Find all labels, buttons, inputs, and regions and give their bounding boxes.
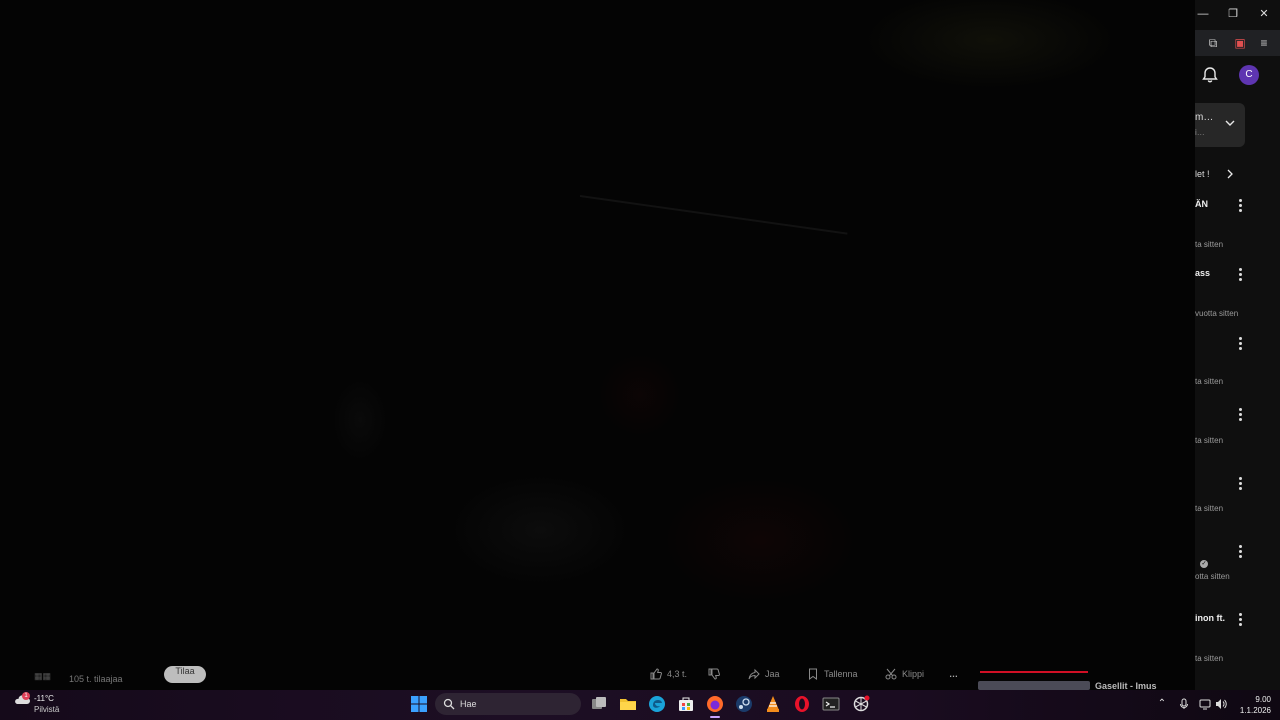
recommendation-meta: ta sitten — [1195, 436, 1224, 445]
thumbs-up-icon — [650, 668, 662, 680]
video-frame-detail — [579, 195, 848, 235]
windows-taskbar — [0, 690, 1280, 720]
chevron-right-icon[interactable] — [1224, 168, 1236, 180]
recommendation-menu-button[interactable] — [1236, 476, 1244, 490]
menu-icon[interactable]: ≡ — [1257, 36, 1271, 50]
recording-icon[interactable]: ▣ — [1233, 36, 1247, 50]
steam-icon[interactable] — [735, 695, 753, 713]
filter-chip[interactable]: let ! — [1195, 169, 1210, 179]
microphone-icon[interactable] — [1178, 698, 1190, 710]
vlc-icon[interactable] — [764, 695, 782, 713]
windows-start-icon[interactable] — [410, 695, 428, 713]
subscribe-button[interactable]: Tilaa — [164, 666, 206, 683]
mini-progress-bar — [980, 671, 1088, 673]
save-label: Tallenna — [824, 669, 858, 679]
recommendation-menu-button[interactable] — [1236, 336, 1244, 350]
recommendation-meta: ta sitten — [1195, 377, 1224, 386]
recommendation-menu-button[interactable] — [1236, 267, 1244, 281]
live-chat-box[interactable]: m… i… — [1195, 103, 1245, 147]
recommendation-menu-button[interactable] — [1236, 407, 1244, 421]
window-close-button[interactable]: ✕ — [1254, 5, 1274, 23]
weather-temperature[interactable]: -11°C — [34, 694, 54, 703]
window-minimize-button[interactable]: — — [1195, 5, 1213, 23]
recommendation-title[interactable]: inon ft. — [1195, 613, 1225, 623]
share-button[interactable]: Jaa — [748, 667, 780, 681]
subscriber-count: 105 t. tilaajaa — [69, 674, 123, 684]
clock-time: 9.00 — [1255, 695, 1271, 704]
account-avatar[interactable]: C — [1239, 65, 1259, 85]
search-icon — [443, 698, 455, 710]
terminal-icon[interactable] — [822, 695, 840, 713]
verified-icon: ✓ — [1200, 560, 1208, 568]
chat-subtitle: i… — [1195, 128, 1205, 137]
recommendation-meta: vuotta sitten — [1195, 309, 1239, 318]
search-placeholder: Hae — [460, 699, 477, 709]
recommendation-meta: ta sitten — [1195, 504, 1224, 513]
recommendation-meta: ta sitten — [1195, 240, 1224, 249]
share-label: Jaa — [765, 669, 780, 679]
notifications-bell-icon[interactable] — [1201, 66, 1219, 84]
recommendation-meta: ta sitten — [1195, 654, 1224, 663]
save-button[interactable]: Tallenna — [807, 667, 858, 681]
desktop: ▦▦ 105 t. tilaajaa Tilaa 4,3 t. Jaa Tall… — [0, 0, 1280, 720]
chat-title: m… — [1195, 112, 1214, 123]
chatgpt-icon[interactable] — [852, 695, 870, 713]
opera-icon[interactable] — [793, 695, 811, 713]
video-player[interactable] — [0, 0, 1195, 690]
extensions-icon[interactable]: ⧉ — [1206, 36, 1220, 50]
dislike-button[interactable] — [708, 667, 720, 681]
clock-date: 1.1.2026 — [1239, 706, 1271, 715]
weather-description[interactable]: Pilvistä — [34, 705, 59, 714]
share-icon — [748, 668, 760, 680]
browser-toolbar: ⧉ ▣ ≡ — [1195, 30, 1280, 56]
recommendation-title[interactable]: ÄN — [1195, 199, 1208, 209]
store-icon[interactable] — [677, 695, 695, 713]
clip-label: Klippi — [902, 669, 925, 679]
scissors-icon — [885, 668, 897, 680]
bookmark-icon — [809, 668, 817, 680]
task-view-icon[interactable] — [590, 695, 608, 713]
recommendation-menu-button[interactable] — [1236, 198, 1244, 212]
clip-button[interactable]: Klippi — [885, 667, 924, 681]
taskbar-search-box[interactable]: Hae — [435, 693, 581, 715]
like-button[interactable]: 4,3 t. — [650, 667, 687, 681]
channel-avatar[interactable]: ▦▦ — [34, 671, 58, 681]
window-maximize-button[interactable]: ❐ — [1223, 5, 1243, 23]
firefox-icon[interactable] — [706, 695, 724, 713]
weather-alert-badge: 1 — [22, 692, 30, 700]
thumbs-down-icon — [708, 668, 720, 680]
active-app-indicator — [710, 716, 720, 718]
recommendation-menu-button[interactable] — [1236, 544, 1244, 558]
edge-icon[interactable] — [648, 695, 666, 713]
next-video-thumbnail[interactable] — [978, 681, 1090, 690]
like-count: 4,3 t. — [667, 669, 688, 679]
speaker-icon[interactable] — [1215, 698, 1227, 710]
recommendation-menu-button[interactable] — [1236, 612, 1244, 626]
chevron-down-icon — [1225, 120, 1235, 126]
recommendation-meta: otta sitten — [1195, 572, 1230, 581]
chevron-up-icon[interactable]: ⌃ — [1156, 698, 1168, 710]
more-actions-button[interactable]: … — [949, 667, 958, 681]
recommendation-title[interactable]: ass — [1195, 268, 1210, 278]
file-explorer-icon[interactable] — [619, 695, 637, 713]
system-clock[interactable]: 9.00 1.1.2026 — [1237, 694, 1271, 716]
network-icon[interactable] — [1199, 698, 1211, 710]
